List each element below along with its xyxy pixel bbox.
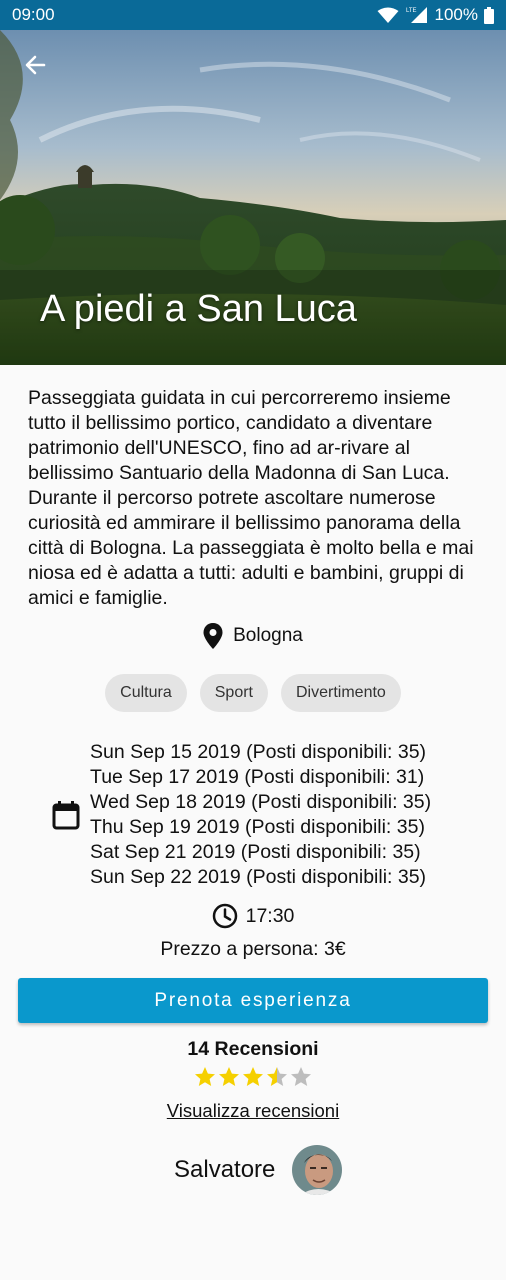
date-list: Sun Sep 15 2019 (Posti disponibili: 35) … [90, 740, 431, 890]
dates-block: Sun Sep 15 2019 (Posti disponibili: 35) … [52, 740, 431, 890]
avatar-image [292, 1145, 343, 1195]
arrow-back-icon[interactable] [20, 50, 50, 80]
location-row: Bologna [0, 623, 506, 649]
location-pin-icon [203, 623, 223, 649]
wifi-icon [377, 7, 399, 23]
svg-text:LTE: LTE [406, 8, 417, 14]
view-reviews-link[interactable]: Visualizza recensioni [167, 1100, 339, 1121]
avatar[interactable] [292, 1145, 343, 1195]
calendar-icon [52, 801, 80, 830]
tag-chip[interactable]: Cultura [105, 674, 187, 712]
date-item[interactable]: Tue Sep 17 2019 (Posti disponibili: 31) [90, 765, 431, 790]
star-icon [195, 1067, 215, 1086]
star-icon [291, 1067, 311, 1086]
experience-description: Passeggiata guidata in cui percorreremo … [28, 387, 474, 609]
page-title: A piedi a San Luca [40, 288, 357, 330]
date-item[interactable]: Sat Sep 21 2019 (Posti disponibili: 35) [90, 840, 431, 865]
view-reviews-row: Visualizza recensioni [0, 1100, 506, 1122]
clock-icon [212, 903, 237, 929]
date-item[interactable]: Sun Sep 15 2019 (Posti disponibili: 35) [90, 740, 431, 765]
book-experience-button[interactable]: Prenota esperienza [18, 978, 488, 1023]
battery-text: 100% [434, 5, 478, 24]
host-name: Salvatore [174, 1156, 276, 1183]
tag-list: Cultura Sport Divertimento [0, 674, 506, 712]
tag-chip[interactable]: Divertimento [281, 674, 401, 712]
rating-stars [194, 1066, 312, 1088]
star-icon [267, 1067, 287, 1086]
status-icons: LTE 100% [377, 5, 494, 25]
date-item[interactable]: Wed Sep 18 2019 (Posti disponibili: 35) [90, 790, 431, 815]
hero-image: A piedi a San Luca [0, 30, 506, 365]
location-city: Bologna [233, 625, 303, 646]
time-row: 17:30 [0, 903, 506, 929]
host-row: Salvatore [174, 1145, 343, 1195]
star-icon [243, 1067, 263, 1086]
reviews-count: 14 Recensioni [187, 1038, 319, 1060]
date-item[interactable]: Sun Sep 22 2019 (Posti disponibili: 35) [90, 865, 431, 890]
date-item[interactable]: Thu Sep 19 2019 (Posti disponibili: 35) [90, 815, 431, 840]
status-time: 09:00 [12, 5, 55, 24]
tag-chip[interactable]: Sport [199, 674, 268, 712]
price-label: Prezzo a persona: 3€ [160, 938, 346, 960]
status-bar: 09:00 LTE 100% [0, 0, 506, 30]
star-icon [219, 1067, 239, 1086]
battery-icon [484, 6, 494, 24]
time-value: 17:30 [245, 904, 295, 927]
signal-icon: LTE [406, 7, 427, 23]
